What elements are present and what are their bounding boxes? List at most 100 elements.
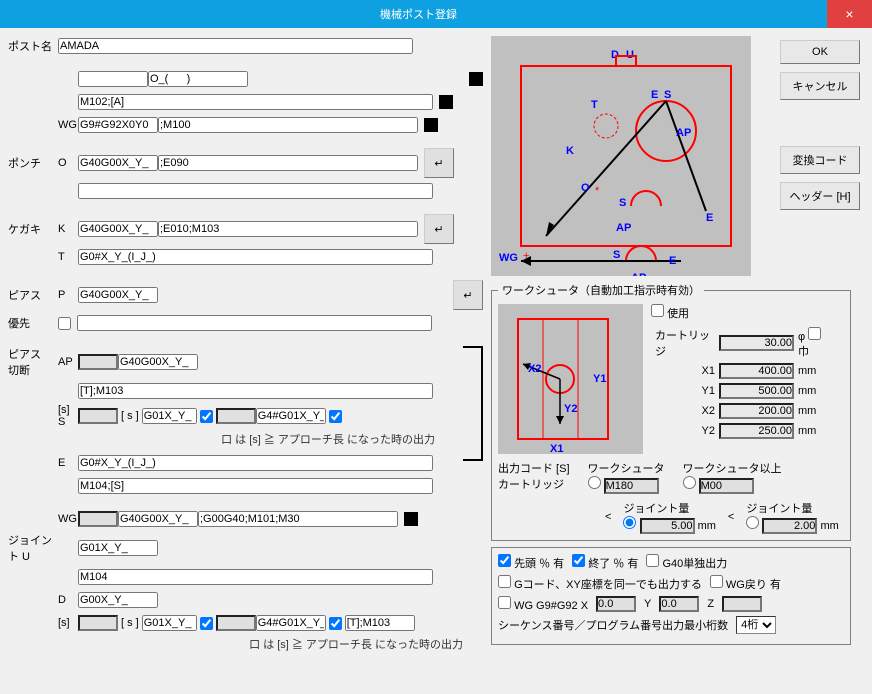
ap-gray-input[interactable] xyxy=(78,354,118,370)
ws-other-radio[interactable] xyxy=(683,476,696,489)
svg-text:S: S xyxy=(619,197,626,209)
sentou-checkbox[interactable] xyxy=(498,554,511,567)
joint2-input[interactable] xyxy=(78,569,433,585)
x1-input[interactable] xyxy=(719,363,794,379)
s3-input[interactable] xyxy=(256,408,326,424)
kegaki-kb-input[interactable] xyxy=(158,221,418,237)
convert-button[interactable]: 変換コード xyxy=(780,146,860,174)
phi-label: φ xyxy=(798,331,805,343)
svg-text:X1: X1 xyxy=(550,443,563,454)
si4-input[interactable] xyxy=(345,615,415,631)
line3-input[interactable] xyxy=(78,94,433,110)
marker-icon xyxy=(404,512,418,526)
mm1: mm xyxy=(798,365,828,377)
cartridge2-label: カートリッジ xyxy=(498,476,570,492)
ap-t-input[interactable] xyxy=(78,383,433,399)
ap-label: AP xyxy=(58,356,78,368)
svg-text:AP: AP xyxy=(631,272,646,276)
mm3: mm xyxy=(798,405,828,417)
si3-checkbox[interactable] xyxy=(329,617,342,630)
wg1-input[interactable] xyxy=(78,117,158,133)
joint1-radio[interactable] xyxy=(623,516,636,529)
joint1-input[interactable] xyxy=(640,518,695,534)
si-gray2-input[interactable] xyxy=(216,615,256,631)
wgg92-label: WG G9#G92 X xyxy=(514,600,588,612)
x2-input[interactable] xyxy=(719,403,794,419)
postname-label: ポスト名 xyxy=(8,38,58,54)
s-label: [s] S xyxy=(58,404,78,428)
header-button[interactable]: ヘッダー [H] xyxy=(780,182,860,210)
svg-text:S: S xyxy=(664,89,671,101)
svg-text:E: E xyxy=(706,212,713,224)
kegaki-k-input[interactable] xyxy=(78,221,158,237)
shuryo-checkbox[interactable] xyxy=(572,554,585,567)
mm4: mm xyxy=(798,425,828,437)
s2-input[interactable] xyxy=(142,408,197,424)
cancel-button[interactable]: キャンセル xyxy=(780,72,860,100)
si1-input[interactable] xyxy=(78,615,118,631)
s-cb-label2: [ s ] xyxy=(121,617,139,629)
e2-input[interactable] xyxy=(78,478,433,494)
return-button[interactable]: ↵ xyxy=(453,280,483,310)
wg2c-input[interactable] xyxy=(198,511,398,527)
postname-input[interactable] xyxy=(58,38,413,54)
g92z-input[interactable] xyxy=(722,596,762,612)
s3-checkbox[interactable] xyxy=(329,410,342,423)
ap-input[interactable] xyxy=(118,354,198,370)
punch-ob-input[interactable] xyxy=(158,155,418,171)
joint-u-input[interactable] xyxy=(78,540,158,556)
lt2: < xyxy=(728,511,734,523)
si3-input[interactable] xyxy=(256,615,326,631)
wg2a-input[interactable] xyxy=(78,511,118,527)
line2b-input[interactable] xyxy=(148,71,248,87)
s2-checkbox[interactable] xyxy=(200,410,213,423)
si2-input[interactable] xyxy=(142,615,197,631)
yusen-checkbox[interactable] xyxy=(58,317,71,330)
joint2-input[interactable] xyxy=(762,518,817,534)
si2-checkbox[interactable] xyxy=(200,617,213,630)
wgg92-checkbox[interactable] xyxy=(498,596,511,609)
cartridge-input[interactable] xyxy=(719,335,794,351)
y-label: Y xyxy=(644,598,651,610)
svg-text:AP: AP xyxy=(616,222,631,234)
ws-v-input[interactable] xyxy=(604,478,659,494)
joint2-radio[interactable] xyxy=(746,516,759,529)
wg2b-input[interactable] xyxy=(118,511,198,527)
joint-d-input[interactable] xyxy=(78,592,158,608)
pias-label: ピアス xyxy=(8,287,58,303)
kegaki-t-input[interactable] xyxy=(78,249,433,265)
ws-radio[interactable] xyxy=(588,476,601,489)
pias2-input[interactable] xyxy=(77,315,432,331)
punch-o-input[interactable] xyxy=(78,155,158,171)
g92x-input[interactable] xyxy=(596,596,636,612)
svg-text:O: O xyxy=(581,182,590,194)
y1-input[interactable] xyxy=(719,383,794,399)
yusen-label: 優先 xyxy=(8,315,58,331)
y2-input[interactable] xyxy=(719,423,794,439)
g40-checkbox[interactable] xyxy=(646,554,659,567)
svg-text:E: E xyxy=(651,89,658,101)
wgback-checkbox[interactable] xyxy=(710,575,723,588)
ws-other-v-input[interactable] xyxy=(699,478,754,494)
line2a-input[interactable] xyxy=(78,71,148,87)
ok-button[interactable]: OK xyxy=(780,40,860,64)
close-button[interactable]: × xyxy=(827,0,872,28)
wg1b-input[interactable] xyxy=(158,117,418,133)
s1-input[interactable] xyxy=(78,408,118,424)
piascut-label: ピアス 切断 xyxy=(8,346,58,378)
return-button[interactable]: ↵ xyxy=(424,148,454,178)
phi-checkbox[interactable] xyxy=(808,327,821,340)
gcode-checkbox[interactable] xyxy=(498,575,511,588)
use-checkbox[interactable] xyxy=(651,304,664,317)
return-button[interactable]: ↵ xyxy=(424,214,454,244)
s-gray2-input[interactable] xyxy=(216,408,256,424)
punch2-input[interactable] xyxy=(78,183,433,199)
marker-icon xyxy=(439,95,453,109)
g92y-input[interactable] xyxy=(659,596,699,612)
haba-label: 巾 xyxy=(798,346,809,358)
e1-input[interactable] xyxy=(78,455,433,471)
seq-select[interactable]: 4桁 xyxy=(736,616,776,634)
pias-p-input[interactable] xyxy=(78,287,158,303)
s2-label: [s] xyxy=(58,617,78,629)
ws-legend: ワークシュータ（自動加工指示時有効） xyxy=(498,282,704,298)
